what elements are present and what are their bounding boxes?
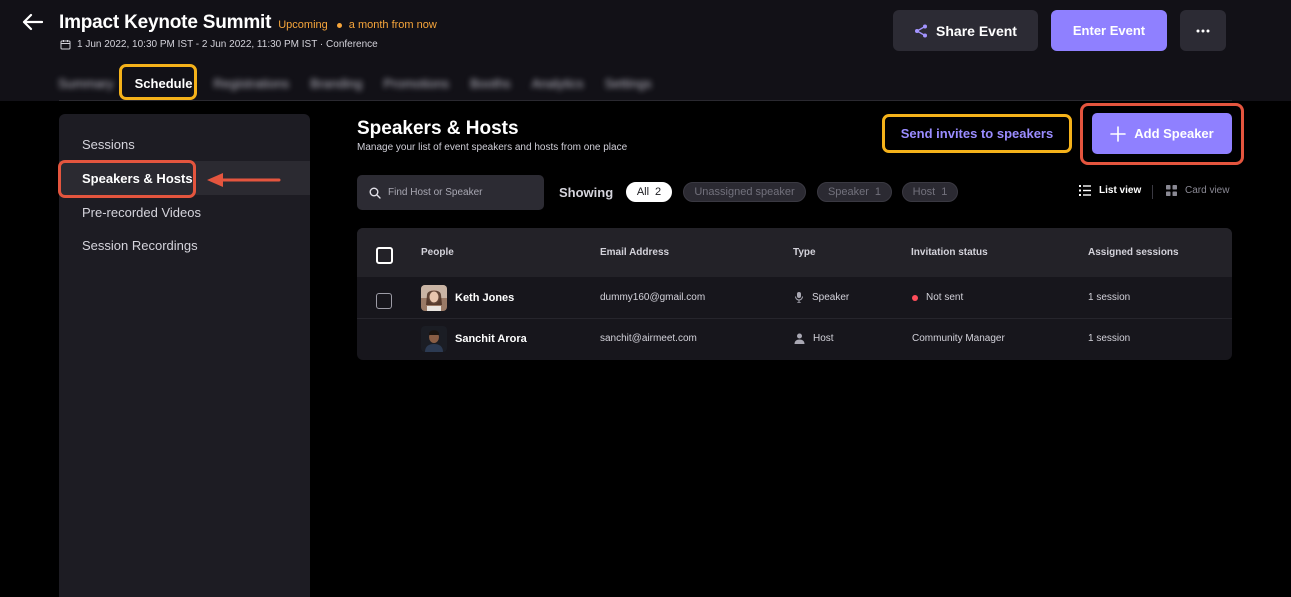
title-row: Impact Keynote Summit Upcoming a month f… [59, 12, 437, 34]
chip-label: All [636, 186, 650, 198]
chip-label: Host [912, 186, 936, 198]
share-event-button[interactable]: Share Event [893, 10, 1038, 51]
col-people: People [421, 247, 454, 258]
chip-count: 1 [874, 186, 882, 198]
status-dot [336, 23, 342, 28]
person-type: Speaker [794, 292, 849, 303]
event-relative-time: a month from now [348, 19, 437, 31]
person-type-label: Speaker [812, 292, 850, 303]
add-speaker-label: Add Speaker [1134, 126, 1214, 141]
event-date-text: 1 Jun 2022, 10:30 PM IST - 2 Jun 2022, 1… [77, 39, 378, 50]
header-divider [59, 100, 1232, 101]
person-name: Keth Jones [455, 292, 515, 304]
pointer-arrow-icon [207, 173, 281, 187]
enter-event-button[interactable]: Enter Event [1051, 10, 1167, 51]
chip-label: Speaker [827, 186, 869, 198]
col-email: Email Address [600, 247, 670, 258]
section-title: Speakers & Hosts [357, 118, 519, 139]
table-row[interactable]: Sanchit Arora sanchit@airmeet.com Host C… [357, 319, 1232, 360]
search-box[interactable] [357, 175, 544, 210]
assigned-sessions: 1 session [1088, 333, 1131, 344]
person-type: Host [794, 333, 834, 344]
speakers-hosts-highlight [58, 160, 196, 198]
showing-label: Showing [559, 185, 614, 200]
filter-chip-all[interactable]: All 2 [626, 182, 672, 202]
share-icon [915, 24, 928, 37]
arrow-left-icon [22, 13, 43, 31]
share-event-label: Share Event [936, 22, 1017, 39]
filter-chip-host[interactable]: Host 1 [902, 182, 958, 202]
avatar [421, 326, 447, 352]
search-icon [369, 187, 381, 199]
table-row[interactable]: Keth Jones dummy160@gmail.com Speaker No… [357, 278, 1232, 319]
tab-booths[interactable]: Booths [470, 76, 510, 91]
person-email: dummy160@gmail.com [600, 292, 706, 303]
section-subtitle: Manage your list of event speakers and h… [357, 142, 628, 153]
grid-icon [1166, 185, 1177, 196]
person-name: Sanchit Arora [455, 333, 527, 345]
back-button[interactable] [19, 10, 45, 34]
table-header: People Email Address Type Invitation sta… [357, 228, 1232, 277]
chip-label: Unassigned speaker [694, 186, 795, 198]
person-type-label: Host [813, 333, 834, 344]
sidebar-item-session-recordings[interactable]: Session Recordings [59, 228, 310, 262]
plus-icon [1110, 125, 1127, 142]
col-invitation-status: Invitation status [911, 247, 988, 258]
tab-summary[interactable]: Summary [58, 76, 114, 91]
tab-analytics[interactable]: Analytics [532, 76, 584, 91]
event-title: Impact Keynote Summit [59, 12, 272, 33]
people-table: People Email Address Type Invitation sta… [357, 228, 1232, 360]
microphone-icon [795, 292, 803, 303]
person-email: sanchit@airmeet.com [600, 333, 697, 344]
view-divider [1152, 185, 1153, 199]
filter-chip-unassigned[interactable]: Unassigned speaker [683, 182, 806, 202]
search-input[interactable] [388, 187, 538, 198]
sidebar-item-sessions[interactable]: Sessions [59, 127, 310, 161]
select-all-checkbox[interactable] [376, 247, 393, 264]
chip-count: 1 [941, 186, 948, 198]
tab-registrations[interactable]: Registrations [213, 76, 289, 91]
add-speaker-button[interactable]: Add Speaker [1092, 113, 1232, 154]
more-options-button[interactable] [1180, 10, 1226, 51]
col-type: Type [793, 247, 816, 258]
list-view-toggle[interactable]: List view [1079, 185, 1141, 196]
user-icon [794, 333, 805, 344]
sidebar-item-prerecorded-videos[interactable]: Pre-recorded Videos [59, 195, 310, 229]
list-view-label: List view [1099, 185, 1142, 196]
invitation-status: Community Manager [912, 333, 1005, 344]
row-checkbox[interactable] [376, 293, 392, 309]
more-horizontal-icon [1196, 29, 1210, 32]
avatar [421, 285, 447, 311]
card-view-toggle[interactable]: Card view [1166, 185, 1229, 196]
calendar-icon [60, 40, 71, 50]
schedule-tab-highlight [119, 64, 197, 100]
event-date-info: 1 Jun 2022, 10:30 PM IST - 2 Jun 2022, 1… [60, 39, 378, 50]
invitation-status: Not sent [912, 292, 963, 303]
card-view-label: Card view [1185, 185, 1230, 196]
send-invites-link[interactable]: Send invites to speakers [882, 114, 1072, 153]
filter-chip-speaker[interactable]: Speaker 1 [817, 182, 892, 202]
col-assigned-sessions: Assigned sessions [1088, 247, 1179, 258]
assigned-sessions: 1 session [1088, 292, 1131, 303]
list-icon [1079, 185, 1091, 196]
tab-promotions[interactable]: Promotions [383, 76, 449, 91]
status-dot-red [912, 294, 918, 301]
chip-count: 2 [655, 186, 662, 198]
tab-settings[interactable]: Settings [605, 76, 652, 91]
event-status: Upcoming [278, 19, 328, 31]
tab-branding[interactable]: Branding [310, 76, 362, 91]
invitation-status-label: Not sent [926, 292, 964, 303]
